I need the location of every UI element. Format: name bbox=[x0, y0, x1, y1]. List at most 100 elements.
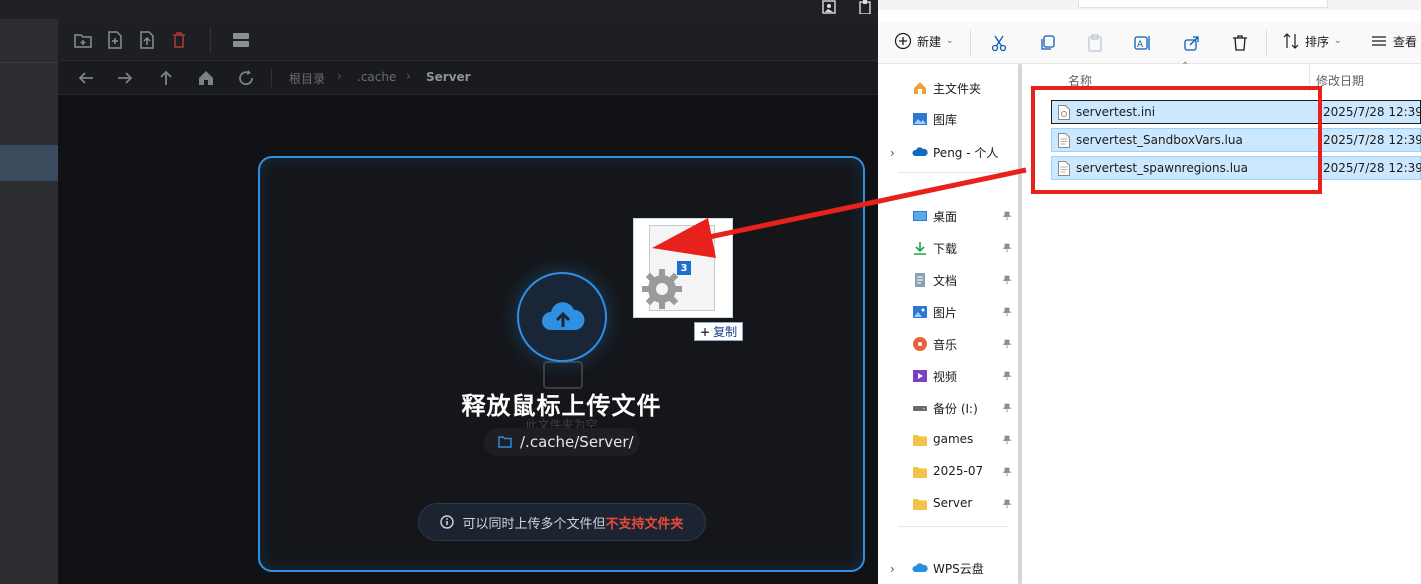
nav-item-label: 下载 bbox=[933, 242, 958, 256]
breadcrumb-server[interactable]: Server bbox=[426, 70, 471, 84]
drive-icon bbox=[913, 406, 927, 411]
nav-item[interactable]: 2025-07 bbox=[878, 458, 1018, 486]
desktop-icon bbox=[913, 211, 927, 221]
divider bbox=[0, 62, 58, 63]
up-arrow-icon[interactable] bbox=[157, 69, 175, 87]
nav-item[interactable]: 下载 bbox=[878, 234, 1018, 262]
nav-item[interactable]: 音乐 bbox=[878, 330, 1018, 358]
sidebar-selected-item[interactable] bbox=[0, 145, 58, 181]
new-button[interactable]: 新建 ⌄ bbox=[894, 32, 954, 50]
chevron-right-icon[interactable]: › bbox=[890, 562, 895, 576]
file-modified: 2025/7/28 12:39 bbox=[1323, 133, 1421, 147]
view-label: 查看 bbox=[1393, 34, 1418, 49]
nav-item-label: games bbox=[933, 432, 974, 446]
file-count-badge: 3 bbox=[677, 261, 691, 275]
pin-icon[interactable] bbox=[1002, 435, 1012, 445]
outer-title-strip bbox=[0, 0, 878, 19]
nav-item[interactable]: 备份 (I:) bbox=[878, 394, 1018, 422]
copy-icon[interactable] bbox=[1039, 34, 1057, 52]
upload-file-icon[interactable] bbox=[138, 31, 156, 49]
target-path: /.cache/Server/ bbox=[484, 428, 640, 456]
breadcrumb-root[interactable]: 根目录 bbox=[289, 70, 325, 87]
nav-item-label: 图片 bbox=[933, 306, 958, 320]
svg-text:A: A bbox=[1137, 40, 1144, 50]
target-path-text: /.cache/Server/ bbox=[520, 433, 634, 451]
pin-icon[interactable] bbox=[1002, 307, 1012, 317]
copy-label: 复制 bbox=[713, 325, 738, 339]
drop-title: 释放鼠标上传文件 bbox=[461, 392, 662, 420]
file-manager-app: 根目录 › .cache › Server 此文件夹为空 释放鼠标上传文件 /.… bbox=[58, 19, 878, 584]
view-button[interactable]: 查看 bbox=[1370, 32, 1417, 50]
folder-icon bbox=[498, 436, 512, 448]
nav-item[interactable]: › WPS云盘 bbox=[878, 554, 1018, 582]
nav-item[interactable]: 图库 bbox=[878, 105, 1018, 133]
nav-item-label: 音乐 bbox=[933, 338, 958, 352]
nav-scrollbar[interactable] bbox=[1018, 64, 1022, 584]
copy-tooltip: + 复制 bbox=[694, 322, 744, 341]
forward-arrow-icon[interactable] bbox=[116, 69, 134, 87]
pin-icon[interactable] bbox=[1002, 211, 1012, 221]
pin-icon[interactable] bbox=[1002, 371, 1012, 381]
chevron-right-icon[interactable]: › bbox=[890, 146, 895, 160]
sort-icon bbox=[1283, 33, 1299, 49]
annotation-highlight-box bbox=[1031, 86, 1322, 194]
drag-ghost: 3 bbox=[633, 218, 733, 318]
new-label: 新建 bbox=[917, 34, 942, 49]
image-icon[interactable] bbox=[822, 0, 836, 14]
nav-item-label: Peng - 个人 bbox=[933, 146, 999, 160]
upload-hint: 可以同时上传多个文件但不支持文件夹 bbox=[418, 503, 706, 541]
hint-text: 可以同时上传多个文件但 bbox=[462, 516, 606, 532]
nav-item[interactable]: games bbox=[878, 426, 1018, 454]
nav-item[interactable]: 文档 bbox=[878, 266, 1018, 294]
pin-icon[interactable] bbox=[1002, 467, 1012, 477]
file-modified: 2025/7/28 12:39 bbox=[1323, 105, 1421, 119]
drop-zone[interactable]: 此文件夹为空 释放鼠标上传文件 /.cache/Server/ 可以同时上传多个… bbox=[258, 156, 865, 572]
trash-icon[interactable] bbox=[1231, 34, 1249, 52]
nav-item-label: 视频 bbox=[933, 370, 958, 384]
nav-divider bbox=[898, 172, 1008, 173]
pictures-icon bbox=[913, 306, 927, 318]
pin-icon[interactable] bbox=[1002, 339, 1012, 349]
nav-item[interactable]: 主文件夹 bbox=[878, 74, 1018, 102]
paste-icon[interactable] bbox=[1086, 34, 1104, 52]
rename-icon[interactable]: A bbox=[1134, 34, 1152, 52]
wps-cloud-icon bbox=[912, 563, 928, 572]
breadcrumb-cache[interactable]: .cache bbox=[357, 70, 396, 84]
navigation-bar: 根目录 › .cache › Server bbox=[58, 61, 878, 95]
pin-icon[interactable] bbox=[1002, 499, 1012, 509]
onedrive-icon bbox=[912, 147, 928, 156]
hint-warning: 不支持文件夹 bbox=[605, 516, 684, 532]
column-modified[interactable]: 修改日期 bbox=[1316, 72, 1364, 89]
back-arrow-icon[interactable] bbox=[77, 69, 95, 87]
music-icon bbox=[913, 337, 927, 351]
new-folder-icon[interactable] bbox=[74, 31, 92, 49]
breadcrumb-separator: › bbox=[337, 69, 342, 83]
folder-icon bbox=[913, 499, 927, 510]
info-icon bbox=[440, 515, 455, 529]
clipboard-icon[interactable] bbox=[858, 0, 872, 14]
server-icon[interactable] bbox=[232, 31, 250, 49]
nav-divider bbox=[898, 526, 1008, 527]
folder-icon bbox=[913, 467, 927, 478]
sort-button[interactable]: 排序 ⌄ bbox=[1282, 32, 1342, 50]
nav-item[interactable]: Server bbox=[878, 490, 1018, 518]
cut-icon[interactable] bbox=[990, 34, 1008, 52]
share-icon[interactable] bbox=[1183, 34, 1201, 52]
empty-folder-icon bbox=[543, 361, 583, 389]
cloud-upload-icon bbox=[517, 272, 607, 362]
nav-item[interactable]: › Peng - 个人 bbox=[878, 138, 1018, 166]
refresh-icon[interactable] bbox=[237, 69, 255, 87]
outer-sidebar bbox=[0, 0, 58, 584]
pin-icon[interactable] bbox=[1002, 243, 1012, 253]
pin-icon[interactable] bbox=[1002, 275, 1012, 285]
nav-item[interactable]: 图片 bbox=[878, 298, 1018, 326]
home-icon[interactable] bbox=[197, 69, 215, 87]
nav-item[interactable]: 桌面 bbox=[878, 202, 1018, 230]
nav-item[interactable]: 视频 bbox=[878, 362, 1018, 390]
view-icon bbox=[1372, 36, 1386, 46]
pin-icon[interactable] bbox=[1002, 403, 1012, 413]
delete-icon[interactable] bbox=[170, 31, 188, 49]
gallery-icon bbox=[913, 113, 927, 125]
new-file-icon[interactable] bbox=[106, 31, 124, 49]
home-icon bbox=[914, 82, 926, 94]
